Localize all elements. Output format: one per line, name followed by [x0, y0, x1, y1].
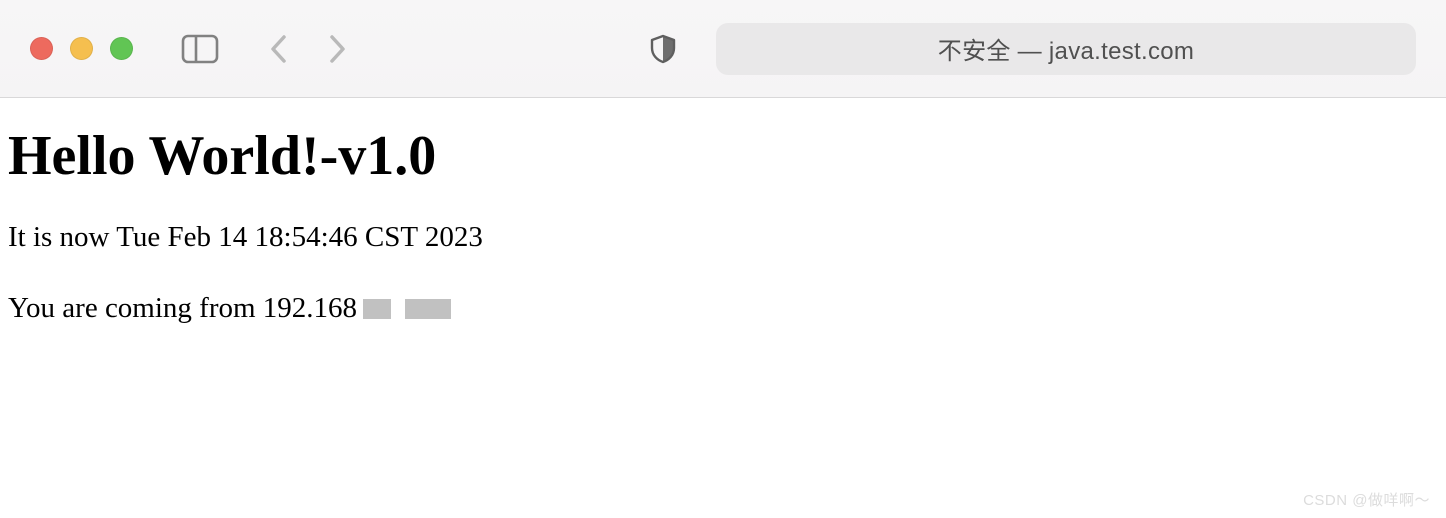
forward-button[interactable] [327, 34, 347, 64]
ip-prefix: You are coming from 192.168 [8, 289, 357, 328]
maximize-window-button[interactable] [110, 37, 133, 60]
address-text: 不安全 — java.test.com [938, 31, 1194, 66]
chevron-left-icon [269, 34, 289, 64]
redacted-block [405, 299, 451, 319]
page-heading: Hello World!-v1.0 [8, 124, 1438, 188]
sidebar-toggle-button[interactable] [181, 34, 219, 64]
redacted-block [363, 299, 391, 319]
ip-text: You are coming from 192.168 [8, 289, 1438, 328]
address-bar[interactable]: 不安全 — java.test.com [716, 23, 1416, 75]
back-button[interactable] [269, 34, 289, 64]
shield-icon [650, 34, 676, 64]
chevron-right-icon [327, 34, 347, 64]
ip-redacted [363, 299, 451, 319]
time-text: It is now Tue Feb 14 18:54:46 CST 2023 [8, 218, 1438, 257]
window-controls [30, 37, 133, 60]
page-content: Hello World!-v1.0 It is now Tue Feb 14 1… [0, 98, 1446, 328]
sidebar-icon [181, 34, 219, 64]
navigation-arrows [269, 34, 347, 64]
browser-toolbar: 不安全 — java.test.com [0, 0, 1446, 98]
privacy-shield-button[interactable] [650, 34, 676, 64]
minimize-window-button[interactable] [70, 37, 93, 60]
watermark: CSDN @做咩啊～ [1303, 489, 1430, 510]
close-window-button[interactable] [30, 37, 53, 60]
